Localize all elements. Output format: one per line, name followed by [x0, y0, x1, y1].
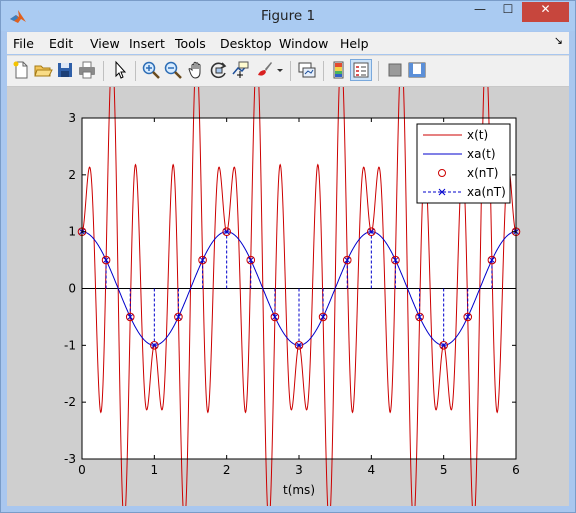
brush-dropdown-icon[interactable] — [275, 60, 285, 80]
hide-plot-tools-icon[interactable] — [385, 60, 405, 80]
save-icon[interactable] — [55, 60, 75, 80]
legend-label-xa: xa(t) — [467, 147, 496, 161]
y-tick-label: -3 — [64, 452, 76, 466]
pan-hand-icon[interactable] — [187, 60, 207, 80]
toolbar-separator — [135, 61, 136, 81]
show-plot-tools-icon[interactable] — [407, 60, 427, 80]
insert-legend-icon[interactable] — [350, 59, 372, 81]
x-tick-label: 1 — [151, 463, 159, 477]
plot-svg: 0 1 2 3 4 5 6 -3 -2 -1 0 1 2 3 t(ms) x(t) xa(t) x(nT)… — [64, 87, 521, 506]
x-tick-label: 6 — [512, 463, 520, 477]
legend-label-x: x(t) — [467, 128, 488, 142]
data-cursor-icon[interactable] — [231, 60, 251, 80]
y-tick-label: 3 — [68, 111, 76, 125]
figure-toolbar — [7, 55, 569, 87]
toolbar-separator — [378, 61, 379, 81]
zoom-in-icon[interactable] — [141, 60, 161, 80]
minimize-button[interactable]: — — [466, 2, 494, 22]
link-plot-icon[interactable] — [297, 60, 317, 80]
x-tick-label: 0 — [78, 463, 86, 477]
maximize-button[interactable]: ☐ — [494, 2, 522, 22]
edit-plot-arrow-icon[interactable] — [110, 60, 130, 80]
toolbar-separator — [323, 61, 324, 81]
figure-window: Figure 1 — ☐ ✕ File Edit View Insert Too… — [0, 0, 576, 513]
insert-colorbar-icon[interactable] — [329, 60, 349, 80]
brush-icon[interactable] — [254, 60, 274, 80]
zoom-out-icon[interactable] — [163, 60, 183, 80]
menu-help[interactable]: Help — [340, 36, 369, 51]
y-tick-label: 1 — [68, 225, 76, 239]
legend[interactable]: x(t) xa(t) x(nT) xa(nT) — [416, 123, 511, 204]
menu-bar: File Edit View Insert Tools Desktop Wind… — [7, 32, 569, 54]
dock-figure-icon[interactable]: ↘ — [554, 34, 563, 47]
menu-tools[interactable]: Tools — [175, 36, 206, 51]
menu-view[interactable]: View — [90, 36, 120, 51]
menu-insert[interactable]: Insert — [129, 36, 165, 51]
toolbar-separator — [103, 61, 104, 81]
x-tick-label: 3 — [295, 463, 303, 477]
y-tick-label: -2 — [64, 395, 76, 409]
menu-edit[interactable]: Edit — [49, 36, 73, 51]
toolbar-separator — [290, 61, 291, 81]
x-tick-label: 4 — [368, 463, 376, 477]
x-tick-label: 2 — [223, 463, 231, 477]
x-tick-label: 5 — [440, 463, 448, 477]
menu-file[interactable]: File — [13, 36, 34, 51]
title-bar[interactable]: Figure 1 — ☐ ✕ — [1, 1, 575, 31]
menu-window[interactable]: Window — [279, 36, 328, 51]
y-tick-label: 2 — [68, 168, 76, 182]
legend-label-xanT: xa(nT) — [467, 185, 506, 199]
close-button[interactable]: ✕ — [522, 2, 569, 22]
new-figure-icon[interactable] — [11, 60, 31, 80]
rotate-3d-icon[interactable] — [209, 60, 229, 80]
y-tick-label: -1 — [64, 338, 76, 352]
print-icon[interactable] — [77, 60, 97, 80]
open-file-icon[interactable] — [33, 60, 53, 80]
figure-canvas: 0 1 2 3 4 5 6 -3 -2 -1 0 1 2 3 t(ms) x(t) xa(t) x(nT)… — [7, 87, 569, 506]
legend-label-xnT: x(nT) — [467, 166, 498, 180]
x-axis-label: t(ms) — [283, 483, 315, 497]
menu-desktop[interactable]: Desktop — [220, 36, 272, 51]
y-tick-label: 0 — [68, 282, 76, 296]
